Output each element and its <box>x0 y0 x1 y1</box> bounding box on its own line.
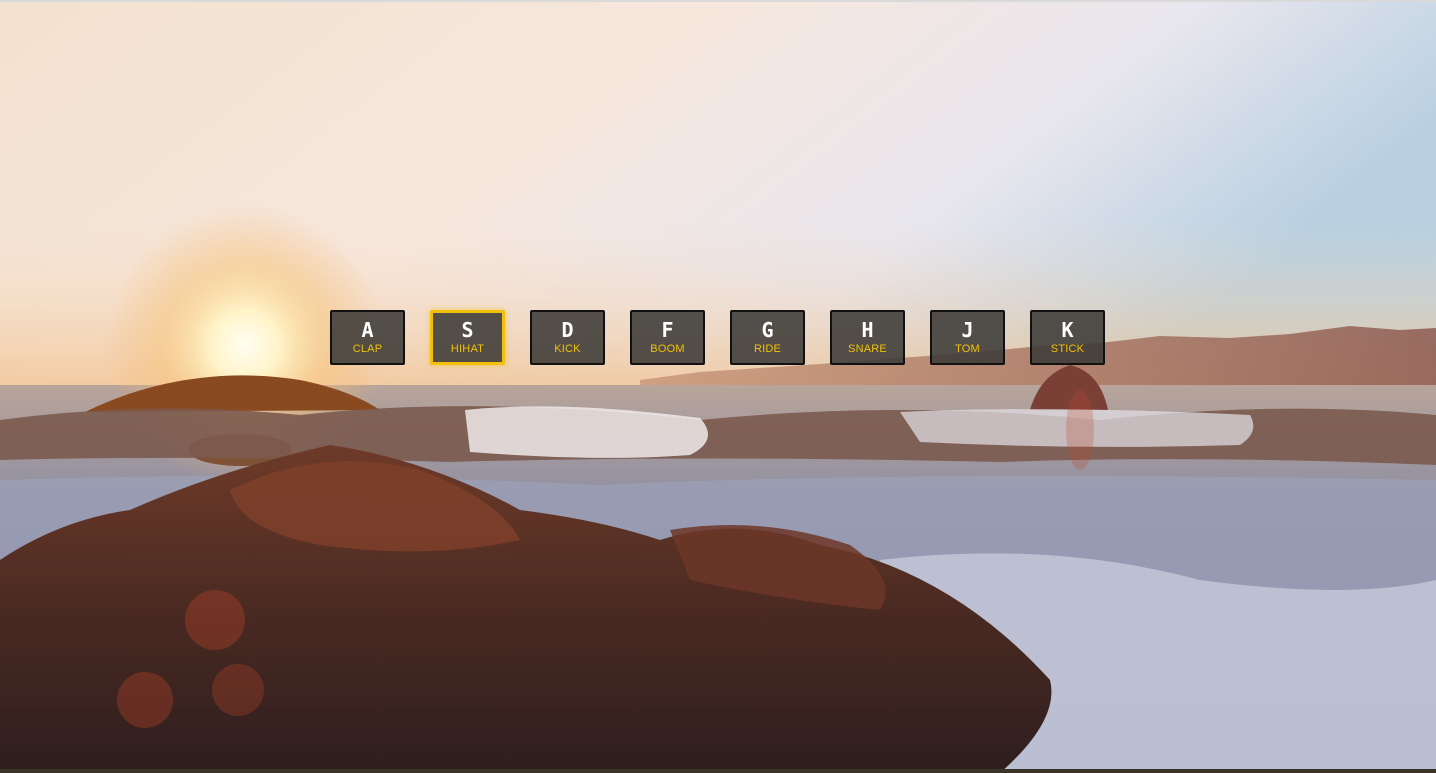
drum-key-tom[interactable]: J TOM <box>930 310 1005 365</box>
key-letter: G <box>761 317 774 342</box>
key-letter: S <box>461 317 474 342</box>
sunset-seascape-background <box>0 0 1436 773</box>
drum-key-boom[interactable]: F BOOM <box>630 310 705 365</box>
sound-label: SNARE <box>848 342 887 355</box>
sound-label: HIHAT <box>450 342 485 355</box>
sound-label: KICK <box>554 342 581 355</box>
key-letter: H <box>861 317 874 342</box>
sound-label: CLAP <box>352 342 383 355</box>
key-letter: K <box>1061 317 1074 342</box>
sound-label: STICK <box>1050 342 1085 355</box>
drum-key-snare[interactable]: H SNARE <box>830 310 905 365</box>
drum-key-stick[interactable]: K STICK <box>1030 310 1105 365</box>
sound-label: TOM <box>955 342 980 355</box>
drum-key-hihat[interactable]: S HIHAT <box>430 310 505 365</box>
drum-key-ride[interactable]: G RIDE <box>730 310 805 365</box>
key-letter: D <box>561 317 574 342</box>
key-letter: A <box>361 317 374 342</box>
drum-key-clap[interactable]: A CLAP <box>330 310 405 365</box>
drum-key-kick[interactable]: D KICK <box>530 310 605 365</box>
key-letter: F <box>661 317 674 342</box>
drum-keys: A CLAP S HIHAT D KICK F BOOM G RIDE H SN… <box>330 310 1105 365</box>
drum-kit-page: A CLAP S HIHAT D KICK F BOOM G RIDE H SN… <box>0 0 1436 773</box>
key-letter: J <box>961 317 974 342</box>
sound-label: RIDE <box>753 342 782 355</box>
sound-label: BOOM <box>650 342 685 355</box>
